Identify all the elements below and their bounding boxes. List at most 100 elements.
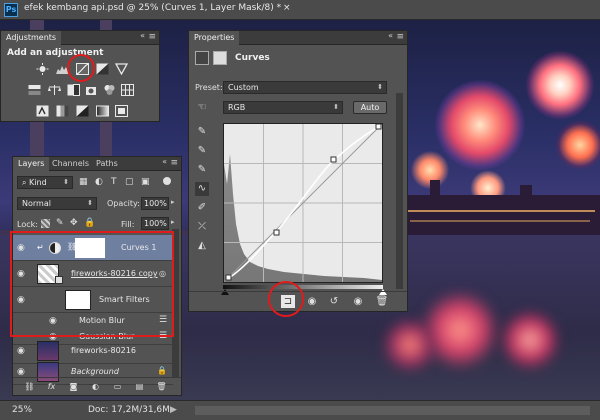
collapse-icon[interactable]: «: [388, 31, 393, 40]
vibrance-icon[interactable]: [114, 63, 129, 76]
channel-dropdown[interactable]: RGB ⬍: [223, 101, 343, 114]
new-fill-adjustment-icon[interactable]: ◐: [89, 381, 102, 393]
auto-button[interactable]: Auto: [353, 101, 387, 114]
new-group-icon[interactable]: ▭: [111, 381, 124, 393]
view-previous-icon[interactable]: ◉: [305, 295, 319, 308]
black-white-icon[interactable]: [67, 84, 80, 96]
curve-point[interactable]: [330, 156, 337, 163]
lock-position-icon[interactable]: ✥: [70, 218, 78, 228]
layer-name[interactable]: fireworks-80216: [71, 346, 136, 355]
properties-tabbar: Properties « ≡: [189, 31, 407, 45]
curve-edit-icon[interactable]: ∿: [195, 182, 209, 196]
layers-highlight-box: [10, 231, 174, 337]
curves-graph-svg[interactable]: [223, 123, 383, 283]
properties-scrollbar[interactable]: [396, 93, 403, 289]
hue-saturation-icon[interactable]: [28, 84, 41, 96]
posterize-icon[interactable]: [56, 105, 69, 117]
smooth-icon[interactable]: ⤫: [195, 220, 209, 234]
curve-point[interactable]: [375, 123, 382, 130]
chevron-down-icon: ⬍: [333, 103, 339, 111]
visibility-icon[interactable]: ◉: [351, 295, 365, 308]
pencil-draw-icon[interactable]: ✐: [195, 201, 209, 215]
zoom-level[interactable]: 25%: [12, 405, 32, 415]
chevron-down-icon: ⬍: [63, 178, 69, 186]
opacity-label: Opacity:: [107, 199, 140, 208]
new-layer-icon[interactable]: ▤: [133, 381, 146, 393]
curves-graph[interactable]: [223, 123, 383, 283]
sample-white-icon[interactable]: ✎: [195, 163, 209, 177]
layer-mask-icon[interactable]: [213, 51, 227, 65]
opacity-arrow-icon[interactable]: ▸: [171, 198, 175, 206]
reset-icon[interactable]: ↺: [327, 295, 341, 308]
lock-all-icon[interactable]: 🔒: [84, 218, 95, 228]
tab-paths[interactable]: Paths: [91, 157, 123, 171]
document-tab-title[interactable]: efek kembang api.psd @ 25% (Curves 1, La…: [24, 3, 281, 13]
tab-channels[interactable]: Channels: [47, 157, 94, 171]
chevron-down-icon: ⬍: [377, 83, 383, 91]
visibility-eye-icon[interactable]: ◉: [17, 346, 29, 356]
collapse-icon[interactable]: «: [140, 31, 145, 40]
clipping-warning-icon[interactable]: ◭: [195, 239, 209, 253]
firework: [525, 50, 595, 120]
fill-field[interactable]: 100%: [141, 217, 169, 230]
channel-mixer-icon[interactable]: [103, 84, 116, 96]
status-menu-arrow-icon[interactable]: ▶: [170, 405, 177, 415]
brightness-contrast-icon[interactable]: [36, 63, 49, 75]
tab-properties[interactable]: Properties: [189, 31, 240, 45]
tab-layers[interactable]: Layers: [13, 157, 50, 171]
blend-mode-dropdown[interactable]: Normal ⬍: [17, 197, 97, 210]
delete-icon[interactable]: 🗑: [375, 295, 389, 308]
close-tab-icon[interactable]: ×: [283, 3, 291, 13]
properties-panel: Properties « ≡ Curves Preset: Custom ⬍ ☜…: [188, 30, 408, 312]
curves-adjustment-icon[interactable]: [195, 51, 209, 65]
fx-icon[interactable]: fx: [45, 381, 58, 393]
adjustments-tabbar: Adjustments « ≡: [1, 31, 159, 45]
panel-menu-icon[interactable]: ≡: [170, 158, 178, 168]
preset-label: Preset:: [195, 83, 223, 92]
channel-value: RGB: [228, 103, 246, 112]
curve-point[interactable]: [273, 229, 280, 236]
delete-layer-icon[interactable]: 🗑: [155, 381, 168, 393]
city-building: [430, 180, 440, 235]
sample-black-icon[interactable]: ✎: [195, 125, 209, 139]
opacity-field[interactable]: 100%: [141, 197, 169, 210]
invert-icon[interactable]: [36, 105, 49, 117]
tab-adjustments[interactable]: Adjustments: [1, 31, 62, 45]
filter-toggle-icon[interactable]: [163, 177, 171, 185]
layer-name[interactable]: Background: [71, 367, 119, 376]
add-mask-icon[interactable]: ◙: [67, 381, 80, 393]
horizontal-scrollbar[interactable]: [195, 406, 590, 415]
sample-gray-icon[interactable]: ✎: [195, 144, 209, 158]
visibility-eye-icon[interactable]: ◉: [17, 367, 29, 377]
filter-type-icon[interactable]: T: [111, 177, 117, 187]
link-layers-icon[interactable]: ⛓: [23, 381, 36, 393]
gradient-map-icon[interactable]: [96, 105, 109, 117]
filter-adjustment-icon[interactable]: ◐: [95, 177, 103, 187]
color-balance-icon[interactable]: [48, 84, 61, 96]
title-bar: Ps efek kembang api.psd @ 25% (Curves 1,…: [0, 0, 600, 20]
lock-image-icon[interactable]: ✎: [56, 218, 64, 228]
photo-filter-icon[interactable]: [85, 84, 98, 96]
fill-arrow-icon[interactable]: ▸: [171, 218, 175, 226]
layer-filter-dropdown[interactable]: ⌕ Kind ⬍: [17, 176, 73, 189]
lock-transparent-icon[interactable]: [41, 219, 50, 228]
selective-color-icon[interactable]: [115, 105, 128, 117]
fill-label: Fill:: [121, 220, 135, 229]
exposure-icon[interactable]: [96, 63, 109, 75]
preset-dropdown[interactable]: Custom ⬍: [223, 81, 387, 94]
search-icon: ⌕: [22, 178, 30, 187]
curve-point[interactable]: [225, 274, 232, 281]
on-image-adjust-icon[interactable]: ☜: [195, 101, 209, 115]
filter-smart-object-icon[interactable]: ▣: [141, 177, 150, 187]
status-bar: 25% Doc: 17,2M/31,6M ▶: [0, 400, 600, 420]
collapse-icon[interactable]: «: [162, 157, 167, 166]
filter-shape-icon[interactable]: ▢: [125, 177, 134, 187]
filter-pixel-icon[interactable]: ▦: [79, 177, 88, 187]
color-lookup-icon[interactable]: [121, 84, 134, 96]
firework-reflection: [380, 320, 440, 370]
panel-menu-icon[interactable]: ≡: [148, 32, 156, 42]
curves-icon-highlight: [67, 54, 95, 82]
threshold-icon[interactable]: [76, 105, 89, 117]
panel-menu-icon[interactable]: ≡: [396, 32, 404, 42]
layer-filter-value: Kind: [29, 178, 47, 187]
